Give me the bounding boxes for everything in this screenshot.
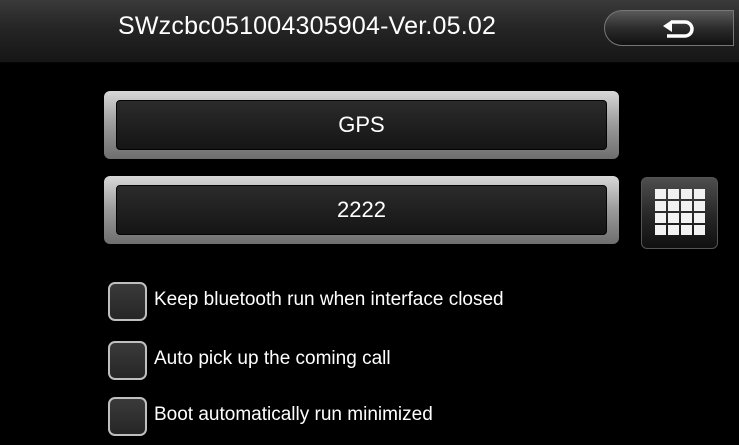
option-label: Keep bluetooth run when interface closed [154, 289, 504, 310]
back-arrow-icon [663, 20, 694, 38]
title-bar: SWzcbc051004305904-Ver.05.02 [0, 0, 739, 63]
device-name-value: GPS [116, 100, 607, 150]
device-name-field[interactable]: GPS [104, 91, 619, 159]
option-boot-minimized[interactable]: Boot automatically run minimized [108, 397, 668, 437]
pin-code-field[interactable]: 2222 [104, 176, 619, 244]
keypad-button[interactable] [641, 177, 718, 249]
auto-pickup-checkbox[interactable] [108, 341, 147, 380]
keep-bluetooth-checkbox[interactable] [108, 282, 147, 321]
option-label: Boot automatically run minimized [154, 404, 433, 425]
option-keep-bluetooth[interactable]: Keep bluetooth run when interface closed [108, 282, 668, 322]
option-label: Auto pick up the coming call [154, 348, 391, 369]
boot-minimized-checkbox[interactable] [108, 397, 147, 436]
page-title: SWzcbc051004305904-Ver.05.02 [118, 12, 497, 40]
option-auto-pickup[interactable]: Auto pick up the coming call [108, 341, 668, 381]
pin-code-value: 2222 [116, 185, 607, 235]
keypad-grid-icon [655, 189, 705, 235]
back-button[interactable] [604, 10, 734, 46]
